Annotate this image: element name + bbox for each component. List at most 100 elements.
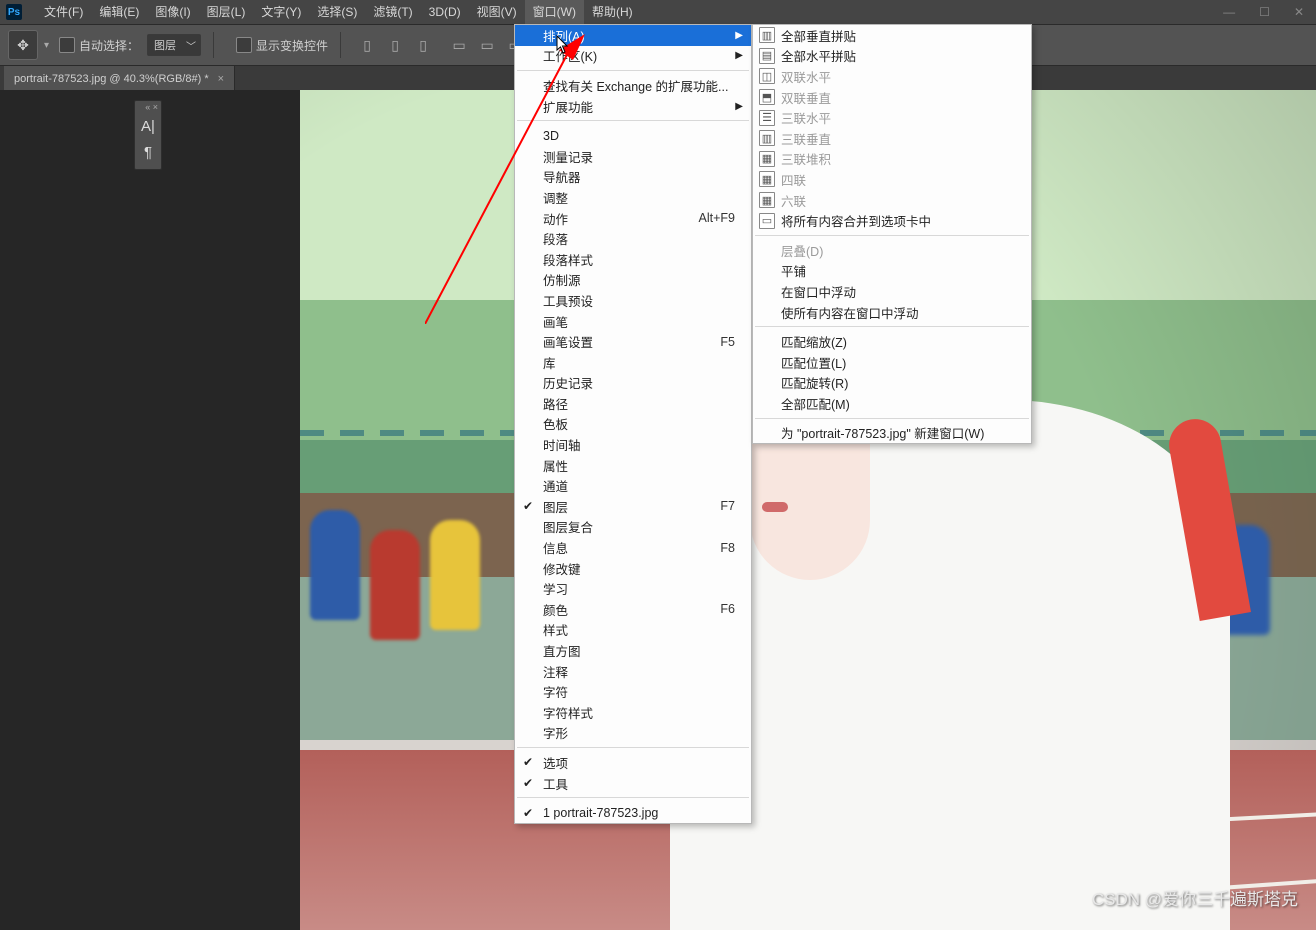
menu-entry-label: 排列(A) xyxy=(543,26,585,45)
align-top-icon[interactable]: ▭ xyxy=(447,33,471,57)
close-icon[interactable]: × xyxy=(153,102,158,112)
menu-item[interactable]: 图像(I) xyxy=(147,0,198,24)
menu-entry[interactable]: ▥全部垂直拼贴 xyxy=(753,25,1031,46)
floating-panel[interactable]: « × A| ¶ xyxy=(134,100,162,170)
menu-entry[interactable]: 字符样式 xyxy=(515,702,751,723)
menu-entry[interactable]: 工作区(K)▶ xyxy=(515,46,751,67)
align-vcenter-icon[interactable]: ▭ xyxy=(475,33,499,57)
menu-entry[interactable]: 样式 xyxy=(515,620,751,641)
menu-entry[interactable]: ✔图层F7 xyxy=(515,496,751,517)
paragraph-panel-icon[interactable]: ¶ xyxy=(135,139,161,165)
menu-entry[interactable]: 画笔 xyxy=(515,311,751,332)
show-transform-checkbox[interactable] xyxy=(236,37,252,53)
align-right-icon[interactable]: ▯ xyxy=(411,33,435,57)
menu-entry[interactable]: 调整 xyxy=(515,187,751,208)
menu-entry[interactable]: 注释 xyxy=(515,661,751,682)
dropdown-caret-icon[interactable]: ▾ xyxy=(44,40,49,51)
menu-entry[interactable]: 信息F8 xyxy=(515,537,751,558)
menu-entry[interactable]: 在窗口中浮动 xyxy=(753,281,1031,302)
menu-entry-label: 学习 xyxy=(543,579,568,598)
menu-item[interactable]: 视图(V) xyxy=(469,0,525,24)
window-maximize-icon[interactable]: ☐ xyxy=(1247,5,1282,19)
menu-entry[interactable]: 导航器 xyxy=(515,167,751,188)
menu-entry[interactable]: 库 xyxy=(515,352,751,373)
menu-entry[interactable]: 图层复合 xyxy=(515,517,751,538)
menu-item[interactable]: 编辑(E) xyxy=(91,0,147,24)
menu-entry-label: 使所有内容在窗口中浮动 xyxy=(781,303,919,322)
menu-item[interactable]: 滤镜(T) xyxy=(365,0,420,24)
menu-entry[interactable]: ✔选项 xyxy=(515,752,751,773)
layout-icon: ◫ xyxy=(759,68,775,84)
menu-entry[interactable]: ✔1 portrait-787523.jpg xyxy=(515,802,751,823)
menu-item[interactable]: 文字(Y) xyxy=(253,0,309,24)
menu-entry[interactable]: ✔工具 xyxy=(515,773,751,794)
menu-separator xyxy=(755,326,1029,327)
align-left-icon[interactable]: ▯ xyxy=(355,33,379,57)
menu-entry-label: 色板 xyxy=(543,414,568,433)
layout-icon: ▦ xyxy=(759,171,775,187)
collapse-icon[interactable]: « xyxy=(145,102,150,112)
menu-entry-label: 调整 xyxy=(543,188,568,207)
menu-entry[interactable]: 学习 xyxy=(515,578,751,599)
menu-entry[interactable]: 3D xyxy=(515,125,751,146)
auto-select-checkbox[interactable] xyxy=(59,37,75,53)
menu-entry[interactable]: 画笔设置F5 xyxy=(515,331,751,352)
menu-entry[interactable]: 全部匹配(M) xyxy=(753,393,1031,414)
menu-entry: ⬒双联垂直 xyxy=(753,87,1031,108)
layout-icon: ▦ xyxy=(759,192,775,208)
menu-entry[interactable]: 直方图 xyxy=(515,640,751,661)
menu-entry[interactable]: 工具预设 xyxy=(515,290,751,311)
menu-entry: ▦三联堆积 xyxy=(753,149,1031,170)
menu-entry[interactable]: 为 "portrait-787523.jpg" 新建窗口(W) xyxy=(753,423,1031,444)
menu-entry-label: 扩展功能 xyxy=(543,97,593,116)
doc-tab[interactable]: portrait-787523.jpg @ 40.3%(RGB/8#) * × xyxy=(4,66,235,92)
menu-entry-label: 三联垂直 xyxy=(781,129,831,148)
layout-icon: ☰ xyxy=(759,110,775,126)
menu-entry[interactable]: 扩展功能 ▶ xyxy=(515,96,751,117)
menu-entry[interactable]: 色板 xyxy=(515,414,751,435)
menu-entry[interactable]: 字形 xyxy=(515,723,751,744)
menu-entry-label: 画笔 xyxy=(543,312,568,331)
menu-entry[interactable]: 段落 xyxy=(515,228,751,249)
menu-entry[interactable]: 匹配旋转(R) xyxy=(753,373,1031,394)
menu-separator xyxy=(755,235,1029,236)
menu-entry[interactable]: 排列(A)▶ xyxy=(515,25,751,46)
move-tool-icon[interactable]: ✥ xyxy=(8,30,38,60)
menu-entry[interactable]: 字符 xyxy=(515,681,751,702)
menu-entry[interactable]: 匹配位置(L) xyxy=(753,352,1031,373)
menu-entry-label: 字符样式 xyxy=(543,703,593,722)
menu-entry[interactable]: 时间轴 xyxy=(515,434,751,455)
menu-entry[interactable]: 仿制源 xyxy=(515,270,751,291)
menu-entry[interactable]: 测量记录 xyxy=(515,146,751,167)
menu-entry[interactable]: 匹配缩放(Z) xyxy=(753,331,1031,352)
close-icon[interactable]: × xyxy=(218,73,224,85)
character-panel-icon[interactable]: A| xyxy=(135,113,161,139)
menu-item[interactable]: 3D(D) xyxy=(421,0,469,24)
menu-item[interactable]: 帮助(H) xyxy=(584,0,641,24)
menu-entry[interactable]: ▭将所有内容合并到选项卡中 xyxy=(753,210,1031,231)
menu-entry[interactable]: 平铺 xyxy=(753,261,1031,282)
menu-item[interactable]: 窗口(W) xyxy=(525,0,584,24)
menu-entry[interactable]: 段落样式 xyxy=(515,249,751,270)
menu-entry[interactable]: 动作Alt+F9 xyxy=(515,208,751,229)
menu-entry-label: 导航器 xyxy=(543,167,581,186)
auto-select-combo[interactable]: 图层 ﹀ xyxy=(147,34,201,56)
menu-entry[interactable]: 历史记录 xyxy=(515,373,751,394)
menu-entry[interactable]: 修改键 xyxy=(515,558,751,579)
menu-entry[interactable]: ▤全部水平拼贴 xyxy=(753,46,1031,67)
menu-entry[interactable]: 路径 xyxy=(515,393,751,414)
menu-entry[interactable]: 查找有关 Exchange 的扩展功能... xyxy=(515,75,751,96)
layout-icon: ▥ xyxy=(759,27,775,43)
menu-item[interactable]: 选择(S) xyxy=(309,0,365,24)
menu-entry[interactable]: 通道 xyxy=(515,475,751,496)
submenu-arrow-icon: ▶ xyxy=(735,101,743,112)
align-hcenter-icon[interactable]: ▯ xyxy=(383,33,407,57)
window-close-icon[interactable]: ✕ xyxy=(1282,5,1316,19)
menu-entry[interactable]: 颜色F6 xyxy=(515,599,751,620)
menu-entry[interactable]: 使所有内容在窗口中浮动 xyxy=(753,302,1031,323)
menu-entry[interactable]: 属性 xyxy=(515,455,751,476)
window-minimize-icon[interactable]: — xyxy=(1211,5,1247,19)
menu-item[interactable]: 文件(F) xyxy=(36,0,91,24)
menu-item[interactable]: 图层(L) xyxy=(199,0,254,24)
check-icon: ✔ xyxy=(523,806,533,820)
